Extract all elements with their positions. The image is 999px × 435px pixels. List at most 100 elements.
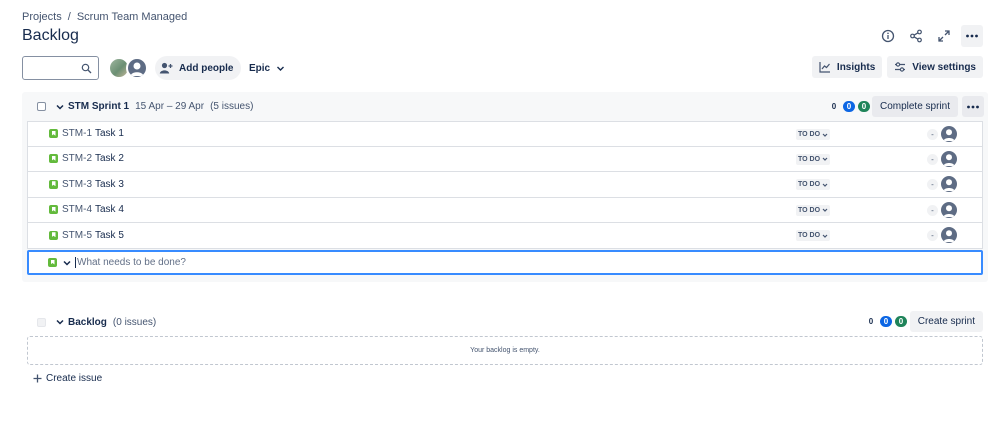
add-people-button[interactable]: Add people	[155, 56, 242, 80]
create-issue-button[interactable]: Create issue	[33, 371, 102, 385]
user-icon	[943, 204, 955, 217]
backlog-select-checkbox[interactable]	[37, 317, 46, 327]
issue-key[interactable]: STM-2	[62, 153, 92, 164]
sprint-more-button[interactable]	[962, 96, 984, 117]
issue-row[interactable]: STM-5 Task 5 TO DO -	[27, 223, 983, 249]
assignee-avatar[interactable]	[941, 201, 957, 218]
epic-filter-label: Epic	[249, 62, 271, 74]
breadcrumb-projects-link[interactable]: Projects	[22, 11, 62, 23]
breadcrumb: Projects / Scrum Team Managed	[22, 11, 187, 23]
assignee-avatar[interactable]	[941, 227, 957, 243]
issue-summary[interactable]: Task 2	[95, 153, 124, 164]
chevron-down-icon[interactable]	[56, 318, 64, 326]
estimate-badge[interactable]: -	[927, 179, 938, 190]
assignee-avatar[interactable]	[941, 176, 957, 192]
sprint-issue-count: (5 issues)	[210, 101, 254, 112]
issue-row[interactable]: STM-1 Task 1 TO DO -	[27, 121, 983, 147]
done-count-badge: 0	[858, 101, 870, 112]
search-input[interactable]	[22, 56, 99, 80]
status-dropdown[interactable]: TO DO	[796, 129, 831, 140]
create-issue-placeholder[interactable]: What needs to be done?	[75, 257, 186, 268]
issue-summary[interactable]: Task 4	[95, 204, 124, 215]
issue-key[interactable]: STM-4	[62, 204, 92, 215]
issue-key[interactable]: STM-5	[62, 230, 92, 241]
share-button[interactable]	[905, 25, 927, 47]
sprint-select-checkbox[interactable]	[37, 102, 46, 111]
issue-summary[interactable]: Task 5	[95, 230, 124, 241]
sprint-name: STM Sprint 1	[68, 101, 130, 112]
status-dropdown[interactable]: TO DO	[796, 179, 831, 190]
breadcrumb-project-link[interactable]: Scrum Team Managed	[77, 11, 187, 23]
estimate-badge[interactable]: -	[927, 153, 938, 165]
issue-summary[interactable]: Task 3	[95, 179, 124, 190]
status-label: TO DO	[798, 181, 821, 188]
insights-label: Insights	[836, 61, 876, 73]
issue-type-chevron-down-icon[interactable]	[63, 259, 71, 267]
issue-key[interactable]: STM-3	[62, 179, 92, 190]
chevron-down-icon	[277, 66, 285, 71]
sliders-icon	[895, 62, 906, 72]
sprint-dates: 15 Apr – 29 Apr	[135, 101, 205, 112]
issue-key[interactable]: STM-1	[62, 128, 92, 139]
fullscreen-button[interactable]	[933, 25, 955, 47]
estimate-badge[interactable]: -	[927, 129, 938, 140]
info-button[interactable]	[877, 25, 899, 47]
chevron-down-icon	[822, 157, 828, 161]
backlog-issue-count: (0 issues)	[112, 316, 157, 328]
todo-count-badge: 0	[868, 317, 874, 326]
backlog-empty-state: Your backlog is empty.	[27, 336, 983, 365]
chart-line-icon	[819, 62, 830, 73]
status-label: TO DO	[798, 131, 821, 138]
share-icon	[910, 29, 922, 43]
chevron-down-icon	[822, 234, 828, 238]
epic-filter-dropdown[interactable]: Epic	[243, 56, 291, 80]
story-icon	[49, 179, 58, 189]
issue-row[interactable]: STM-4 Task 4 TO DO -	[27, 197, 983, 223]
sprint-header: STM Sprint 1 15 Apr – 29 Apr (5 issues) …	[22, 92, 988, 121]
assignee-avatar[interactable]	[941, 150, 957, 167]
page-title: Backlog	[22, 27, 79, 44]
view-settings-label: View settings	[912, 61, 976, 73]
create-issue-label: Create issue	[46, 372, 103, 384]
more-actions-button[interactable]	[961, 25, 983, 47]
status-dropdown[interactable]: TO DO	[796, 204, 831, 216]
more-icon	[967, 105, 979, 108]
story-icon	[49, 205, 58, 215]
chevron-down-icon[interactable]	[56, 103, 64, 111]
view-controls: Insights View settings	[811, 56, 983, 78]
status-dropdown[interactable]: TO DO	[796, 230, 831, 241]
insights-button[interactable]: Insights	[811, 56, 883, 78]
user-icon	[943, 129, 955, 141]
status-dropdown[interactable]: TO DO	[796, 153, 831, 165]
user-icon	[943, 179, 955, 191]
story-icon	[48, 258, 57, 267]
issue-summary[interactable]: Task 1	[95, 128, 124, 139]
story-icon	[49, 230, 58, 240]
assignee-avatar[interactable]	[941, 126, 957, 142]
breadcrumb-separator: /	[67, 11, 71, 23]
chevron-down-icon	[822, 133, 828, 137]
status-label: TO DO	[798, 155, 821, 163]
header-actions	[877, 25, 983, 47]
add-people-label: Add people	[179, 62, 234, 74]
complete-sprint-button[interactable]: Complete sprint	[871, 96, 958, 117]
create-issue-inline-input[interactable]: What needs to be done?	[27, 250, 983, 275]
done-count-badge: 0	[895, 316, 907, 327]
more-icon	[966, 34, 978, 38]
backlog-header: Backlog (0 issues) 0 0 0 Create sprint	[22, 311, 988, 333]
issue-row[interactable]: STM-2 Task 2 TO DO -	[27, 146, 983, 172]
chevron-down-icon	[822, 208, 828, 212]
status-label: TO DO	[798, 206, 821, 214]
estimate-badge[interactable]: -	[927, 230, 938, 241]
toolbar: Add people Epic Insights View settings	[22, 56, 983, 80]
todo-count-badge: 0	[831, 102, 837, 111]
user-icon	[130, 62, 144, 76]
issue-row[interactable]: STM-3 Task 3 TO DO -	[27, 172, 983, 198]
in-progress-count-badge: 0	[880, 316, 892, 327]
create-sprint-button[interactable]: Create sprint	[909, 311, 983, 332]
team-avatars	[108, 57, 148, 79]
estimate-badge[interactable]: -	[927, 204, 938, 216]
avatar-default[interactable]	[126, 57, 148, 79]
user-icon	[943, 153, 955, 166]
view-settings-button[interactable]: View settings	[887, 56, 983, 78]
